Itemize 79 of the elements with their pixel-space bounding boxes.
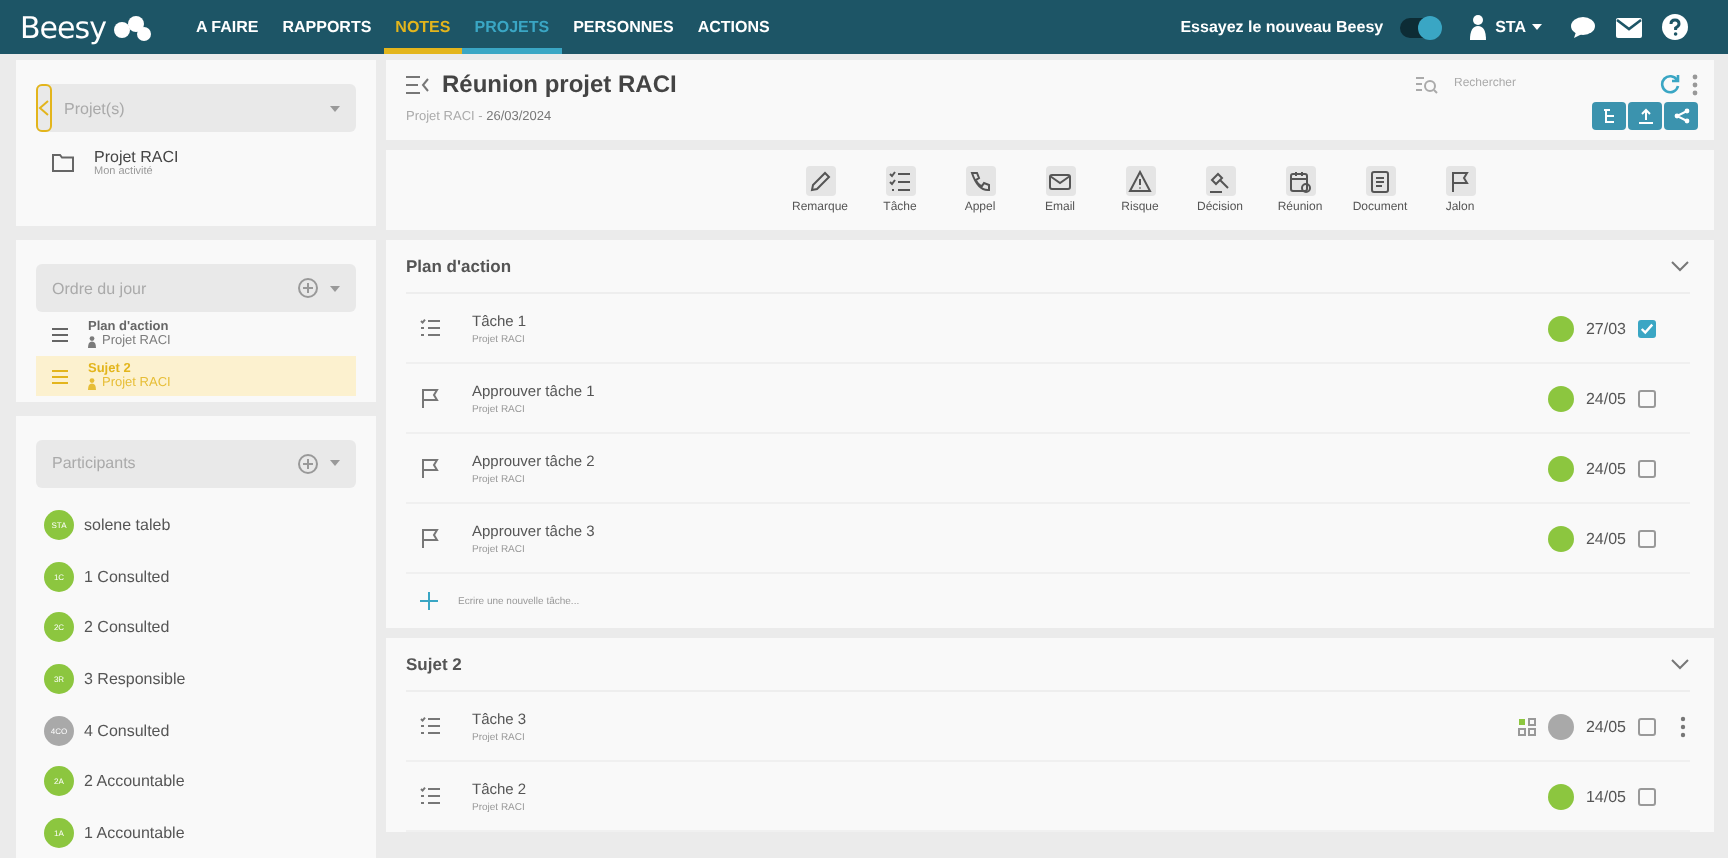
checkbox[interactable]: [1638, 459, 1656, 477]
due-date: 24/05: [1585, 717, 1626, 735]
project-name[interactable]: Projet RACI: [94, 148, 179, 166]
flag-icon: [420, 528, 440, 548]
share-button[interactable]: [1664, 102, 1698, 130]
drag-handle-icon: [52, 327, 68, 342]
checklist-icon: [888, 169, 912, 193]
person-icon: [88, 335, 96, 348]
user-menu[interactable]: STA: [1495, 18, 1526, 36]
due-date: 24/05: [1585, 529, 1626, 547]
search-icon: [1416, 75, 1438, 93]
collapse-menu-icon[interactable]: [406, 75, 430, 93]
warning-icon: [1128, 169, 1152, 193]
participant-name[interactable]: 1 Accountable: [84, 823, 185, 842]
pencil-icon: [808, 169, 832, 193]
add-icon[interactable]: [298, 278, 318, 299]
participant-name[interactable]: 3 Responsible: [84, 669, 186, 688]
chat-icon[interactable]: [1570, 15, 1596, 39]
new-version-label: Essayez le nouveau Beesy: [1180, 18, 1384, 36]
checkbox[interactable]: [1638, 319, 1656, 337]
add-icon[interactable]: [298, 453, 318, 474]
upload-icon: [1637, 108, 1653, 124]
section-title: Plan d'action: [406, 256, 512, 276]
chevron-left-icon[interactable]: [38, 100, 50, 116]
nav-tab[interactable]: RAPPORTS: [270, 0, 384, 54]
participants-header: Participants: [36, 439, 356, 488]
toggle-switch[interactable]: [1399, 17, 1440, 37]
checkbox[interactable]: [1638, 717, 1656, 735]
nav-tab[interactable]: PERSONNES: [561, 0, 686, 54]
gavel-icon: [1208, 169, 1232, 193]
more-icon[interactable]: [1680, 715, 1686, 737]
flag-icon: [420, 388, 440, 408]
add-icon[interactable]: [420, 592, 438, 610]
calendar-icon: [1288, 169, 1312, 193]
participant-name[interactable]: solene taleb: [84, 516, 171, 535]
chevron-icon[interactable]: [1670, 658, 1690, 670]
share-icon: [1673, 108, 1689, 124]
folder-icon: [52, 154, 74, 172]
caret-icon[interactable]: [1532, 24, 1542, 30]
envelope-icon: [1048, 169, 1072, 193]
meeting-title: Réunion projet RACI: [442, 70, 677, 98]
section-title: Sujet 2: [406, 654, 462, 674]
help-icon[interactable]: [1662, 14, 1688, 40]
due-date: 14/05: [1585, 787, 1626, 805]
nav-tab[interactable]: ACTIONS: [685, 0, 782, 54]
due-date: 24/05: [1585, 459, 1626, 477]
logo-text[interactable]: Beesy: [20, 9, 106, 45]
participant-name[interactable]: 4 Consulted: [84, 721, 170, 740]
participant-name[interactable]: 2 Accountable: [84, 772, 185, 791]
chevron-icon[interactable]: [1670, 260, 1690, 272]
phone-icon: [968, 169, 992, 193]
document-icon: [1368, 169, 1392, 193]
checkbox[interactable]: [1638, 787, 1656, 805]
nav-tab[interactable]: A FAIRE: [183, 0, 271, 54]
checkbox[interactable]: [1638, 529, 1656, 547]
nav-tab[interactable]: NOTES: [383, 0, 463, 54]
drag-handle-icon: [52, 369, 68, 384]
participant-name[interactable]: 1 Consulted: [84, 567, 170, 586]
due-date: 24/05: [1585, 389, 1626, 407]
flag-icon: [420, 458, 440, 478]
checkbox[interactable]: [1638, 389, 1656, 407]
upload-button[interactable]: [1628, 102, 1662, 130]
flag-icon: [1448, 169, 1472, 193]
person-icon: [88, 377, 96, 390]
agenda-header: Ordre du jour: [36, 264, 356, 313]
more-icon[interactable]: [1692, 73, 1698, 95]
collapse-tab[interactable]: [36, 84, 52, 132]
mail-icon[interactable]: [1616, 17, 1642, 37]
refresh-icon[interactable]: [1660, 74, 1680, 94]
tree-icon: [1601, 108, 1617, 124]
checklist-icon: [420, 716, 440, 736]
tree-button[interactable]: [1592, 102, 1626, 130]
user-icon: [1467, 14, 1488, 40]
participant-name[interactable]: 2 Consulted: [84, 618, 170, 637]
checklist-icon: [420, 786, 440, 806]
logo-bubbles-icon: [111, 13, 152, 41]
due-date: 27/03: [1585, 319, 1626, 337]
grid-icon[interactable]: [1517, 717, 1536, 735]
checklist-icon: [420, 318, 440, 338]
